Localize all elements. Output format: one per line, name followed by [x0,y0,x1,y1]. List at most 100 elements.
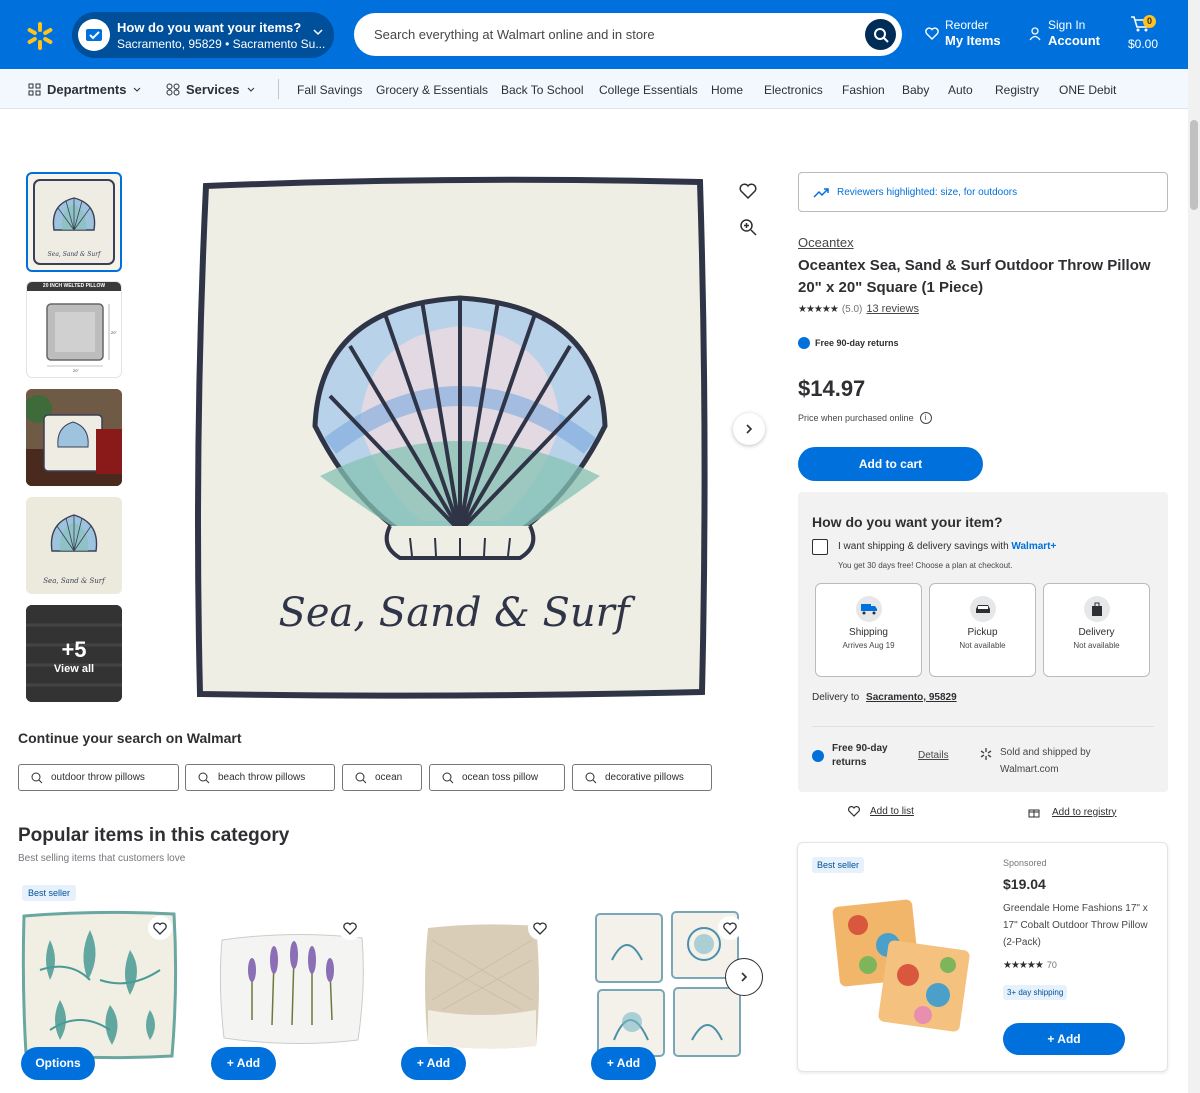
cart-count-badge: 0 [1143,15,1156,28]
cart-total[interactable]: $0.00 [1128,37,1158,51]
zoom-in-icon [740,219,757,236]
departments-button[interactable]: Departments [28,82,142,97]
services-label: Services [186,82,240,97]
popular-subtitle: Best selling items that customers love [18,853,186,864]
returns-icon [798,337,810,349]
chip-label: ocean [375,772,403,783]
car-icon [970,596,996,622]
scrollbar-thumb[interactable] [1190,120,1198,210]
main-product-image[interactable]: Sea, Sand & Surf [192,176,714,702]
nav-link-auto[interactable]: Auto [948,83,973,97]
sponsored-product-name[interactable]: Greendale Home Fashions 17" x 17" Cobalt… [1003,900,1158,951]
add-to-cart-button[interactable]: Add to cart [798,447,983,481]
delivery-icon [78,19,110,51]
search-chip[interactable]: decorative pillows [572,764,712,791]
product-price: $14.97 [798,376,866,401]
reviewers-text: Reviewers highlighted: size, for outdoor… [837,187,1018,198]
info-icon[interactable]: i [919,412,932,424]
heart-icon [925,27,939,40]
heart-icon [723,921,737,935]
add-button[interactable]: + Add [591,1047,656,1080]
view-all-label: View all [53,663,95,675]
add-to-registry-label[interactable]: Add to registry [1052,807,1116,818]
nav-link-registry[interactable]: Registry [995,83,1039,97]
services-button[interactable]: Services [166,82,256,97]
nav-link-electronics[interactable]: Electronics [764,83,823,97]
sign-in-account[interactable]: Sign In Account [1048,17,1100,49]
favorite-button[interactable] [718,916,742,940]
reviewers-highlighted: Reviewers highlighted: size, for outdoor… [798,172,1168,212]
sponsored-product-card[interactable]: Best seller Sponsored $19.04 Greendale H… [797,842,1168,1072]
brand-link[interactable]: Oceantex [798,235,854,250]
nav-link-home[interactable]: Home [711,83,743,97]
shipping-badge: 3+ day shipping [1003,985,1068,1000]
option-shipping[interactable]: Shipping Arrives Aug 19 [815,583,922,677]
thumbnail-3[interactable] [26,389,122,486]
walmart-plus-brand: Walmart+ [1011,541,1057,552]
next-image-button[interactable] [733,413,765,445]
walmart-plus-checkbox[interactable] [812,539,828,555]
search-button[interactable] [865,19,896,50]
option-delivery[interactable]: Delivery Not available [1043,583,1150,677]
sign-in-label: Sign In [1048,18,1086,32]
nav-link-one-debit[interactable]: ONE Debit [1059,83,1116,97]
chevron-down-icon [313,29,323,36]
search-input[interactable]: Search everything at Walmart online and … [374,27,655,42]
chip-label: outdoor throw pillows [51,772,145,783]
add-to-list-label[interactable]: Add to list [870,806,914,817]
thumbnail-1[interactable]: Sea, Sand & Surf [26,172,122,272]
more-images-count: +5 [61,637,87,662]
thumbnail-2[interactable]: 20 INCH WELTED PILLOW 20" 20" [26,281,122,378]
search-bar[interactable]: Search everything at Walmart online and … [354,13,902,56]
view-all-thumbnail[interactable]: +5 View all [26,605,122,702]
account-label: Account [1048,33,1100,48]
page-scrollbar[interactable] [1188,0,1200,1093]
plus-label-text: I want shipping & delivery savings with [838,541,1009,552]
location-selector[interactable]: How do you want your items? Sacramento, … [72,12,334,58]
carousel-next-button[interactable] [725,958,763,996]
add-to-list[interactable]: Add to list [848,806,914,817]
user-icon [1029,27,1041,41]
location-prompt: How do you want your items? [117,20,302,35]
nav-link-college[interactable]: College Essentials [599,83,698,97]
reorder-my-items[interactable]: Reorder My Items [945,17,1001,49]
add-button[interactable]: + Add [211,1047,276,1080]
walmart-spark-logo[interactable] [24,20,56,52]
search-chip[interactable]: ocean [342,764,422,791]
nav-link-baby[interactable]: Baby [902,83,929,97]
reviews-link[interactable]: 13 reviews [866,303,919,315]
thumb-dimension-banner: 20 INCH WELTED PILLOW [27,282,121,291]
option-name: Delivery [1078,627,1115,638]
sponsored-product-image[interactable] [828,895,973,1035]
chip-label: beach throw pillows [218,772,306,783]
search-chip[interactable]: ocean toss pillow [429,764,565,791]
favorite-button[interactable] [528,916,552,940]
continue-search-title: Continue your search on Walmart [18,730,242,746]
best-seller-badge: Best seller [812,857,865,873]
options-button[interactable]: Options [21,1047,95,1080]
option-pickup[interactable]: Pickup Not available [929,583,1036,677]
heart-icon [848,806,860,817]
favorite-button[interactable] [732,175,764,207]
nav-link-fall-savings[interactable]: Fall Savings [297,83,362,97]
delivery-to-label: Delivery to [812,692,860,703]
zoom-button[interactable] [732,211,764,243]
add-button[interactable]: + Add [401,1047,466,1080]
search-chip[interactable]: outdoor throw pillows [18,764,179,791]
thumbnail-4[interactable]: Sea, Sand & Surf [26,497,122,594]
favorite-button[interactable] [338,916,362,940]
returns-details-link[interactable]: Details [918,750,949,761]
delivery-location-link[interactable]: Sacramento, 95829 [866,692,957,703]
add-to-registry[interactable]: Add to registry [1028,806,1116,818]
chevron-down-icon [247,87,254,92]
nav-link-grocery[interactable]: Grocery & Essentials [376,83,488,97]
sponsored-add-button[interactable]: + Add [1003,1023,1125,1055]
search-icon [198,772,210,783]
nav-link-back-to-school[interactable]: Back To School [501,83,584,97]
free-returns-badge: Free 90-day returns [798,337,899,349]
search-chip[interactable]: beach throw pillows [185,764,335,791]
favorite-button[interactable] [148,916,172,940]
sold-by-line2: Walmart.com [1000,764,1059,775]
thumb-pillow-text: Sea, Sand & Surf [48,251,102,258]
nav-link-fashion[interactable]: Fashion [842,83,885,97]
